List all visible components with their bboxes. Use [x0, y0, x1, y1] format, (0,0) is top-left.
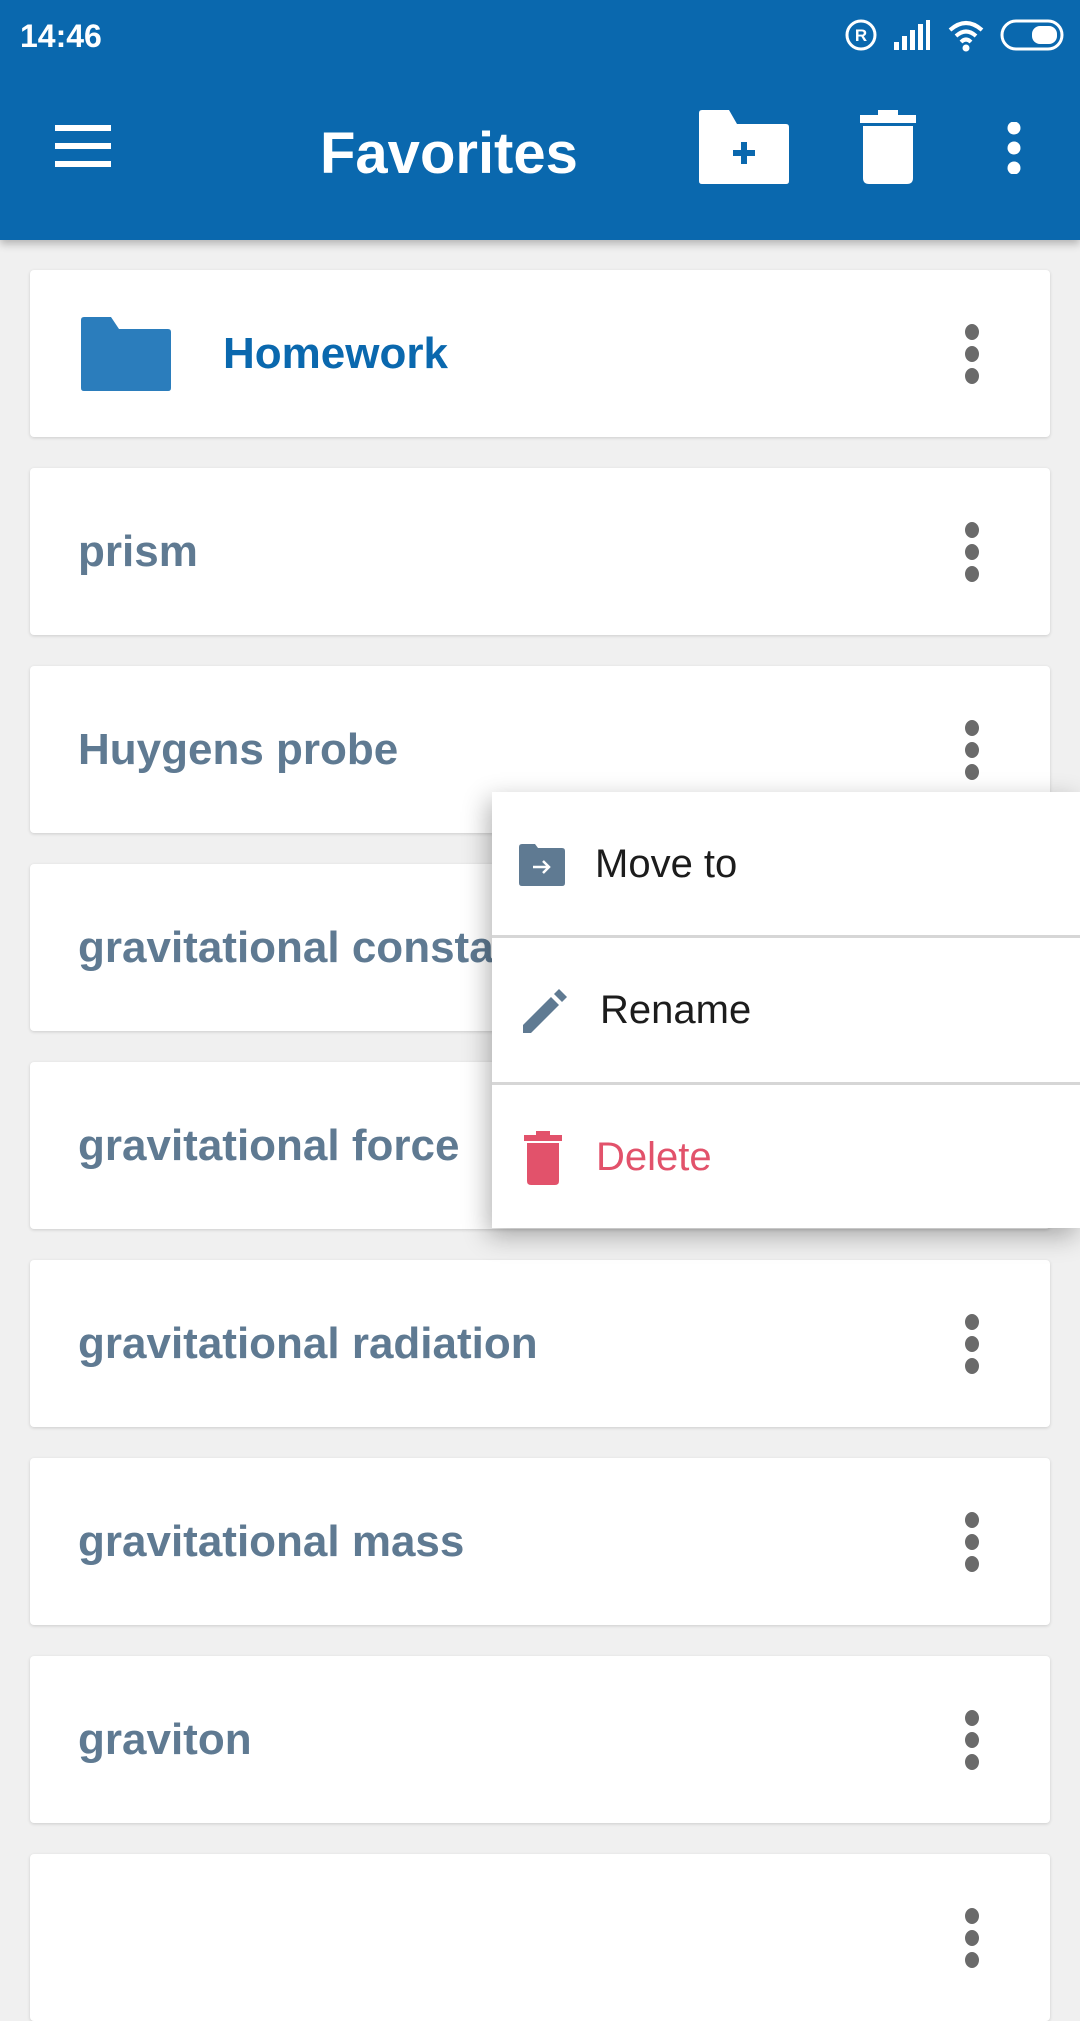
svg-text:R: R	[855, 26, 867, 45]
item-more-button[interactable]	[964, 719, 980, 780]
list-item[interactable]: gravitational mass	[30, 1458, 1050, 1625]
list-item-label: gravitational radiation	[78, 1318, 538, 1368]
item-more-button[interactable]	[964, 1511, 980, 1572]
item-more-button[interactable]	[964, 1313, 980, 1374]
menu-item-move-to[interactable]: Move to	[492, 792, 1080, 937]
signal-icon	[894, 20, 930, 50]
item-more-button[interactable]	[964, 323, 980, 384]
delete-button[interactable]	[860, 110, 916, 184]
list-item[interactable]: gravitational radiation	[30, 1260, 1050, 1427]
folder-icon	[81, 316, 171, 391]
list-item-label: gravitational force	[78, 1120, 460, 1170]
move-to-folder-icon	[519, 843, 565, 886]
status-icons: R	[844, 18, 1066, 52]
item-more-button[interactable]	[964, 1907, 980, 1968]
list-item[interactable]	[30, 1854, 1050, 2021]
menu-item-label: Rename	[600, 988, 752, 1032]
more-vert-icon	[1007, 122, 1021, 174]
app-bar: 14:46 R Favorites	[0, 0, 1080, 240]
list-item[interactable]: prism	[30, 468, 1050, 635]
overflow-menu-button[interactable]	[1000, 122, 1028, 174]
list-item-label: gravitational consta	[78, 922, 494, 972]
list-item[interactable]: graviton	[30, 1656, 1050, 1823]
list-item-label: Huygens probe	[78, 724, 399, 774]
list-item-label: prism	[78, 526, 198, 576]
list-item-label: graviton	[78, 1714, 252, 1764]
page-title: Favorites	[320, 121, 578, 186]
menu-item-label: Move to	[595, 842, 738, 886]
menu-icon	[55, 125, 111, 167]
new-folder-icon	[699, 110, 789, 184]
item-more-button[interactable]	[964, 521, 980, 582]
menu-item-rename[interactable]: Rename	[492, 938, 1080, 1083]
new-folder-button[interactable]	[699, 110, 789, 184]
trash-icon	[524, 1130, 562, 1185]
list-item-folder[interactable]: Homework	[30, 270, 1050, 437]
list-item-label: Homework	[223, 328, 448, 378]
registered-icon: R	[845, 19, 877, 51]
delete-icon	[860, 110, 916, 184]
list-item-label: gravitational mass	[78, 1516, 465, 1566]
status-time: 14:46	[20, 18, 102, 54]
wifi-icon	[948, 21, 984, 52]
pencil-icon	[523, 988, 567, 1033]
battery-icon	[1000, 19, 1064, 51]
context-menu: Move to Rename Delete	[492, 792, 1080, 1228]
menu-item-delete[interactable]: Delete	[492, 1085, 1080, 1230]
menu-button[interactable]	[55, 125, 113, 167]
menu-item-label: Delete	[596, 1135, 712, 1179]
item-more-button[interactable]	[964, 1709, 980, 1770]
